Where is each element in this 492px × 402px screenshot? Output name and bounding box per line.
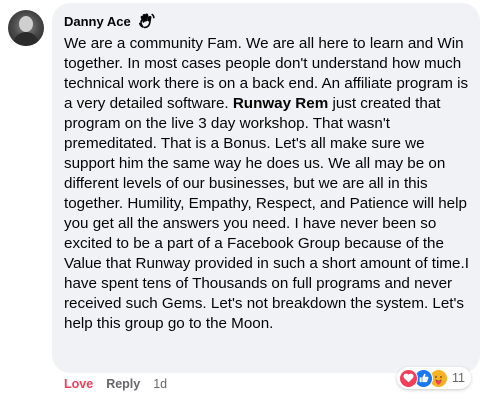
- avatar[interactable]: [8, 10, 44, 46]
- reaction-count: 11: [452, 371, 465, 385]
- heart-icon: [399, 368, 418, 388]
- comment-bubble: Danny Ace We are a community Fam. We are…: [52, 3, 480, 373]
- reply-button[interactable]: Reply: [106, 377, 140, 391]
- comment-text-part2: just created that program on the live 3 …: [64, 95, 469, 332]
- comment-header: Danny Ace: [64, 11, 468, 31]
- wave-hand-icon[interactable]: [138, 12, 156, 30]
- avatar-body: [13, 32, 39, 46]
- love-button[interactable]: Love: [64, 377, 93, 391]
- avatar-face: [19, 16, 33, 32]
- comment-body: We are a community Fam. We are all here …: [64, 34, 469, 334]
- reactions-summary[interactable]: 11: [397, 367, 471, 389]
- mention-runway-rem[interactable]: Runway Rem: [233, 95, 328, 112]
- comment-actions: Love Reply 1d: [64, 377, 167, 391]
- comment-timestamp[interactable]: 1d: [153, 377, 167, 391]
- comment-author[interactable]: Danny Ace: [64, 14, 131, 29]
